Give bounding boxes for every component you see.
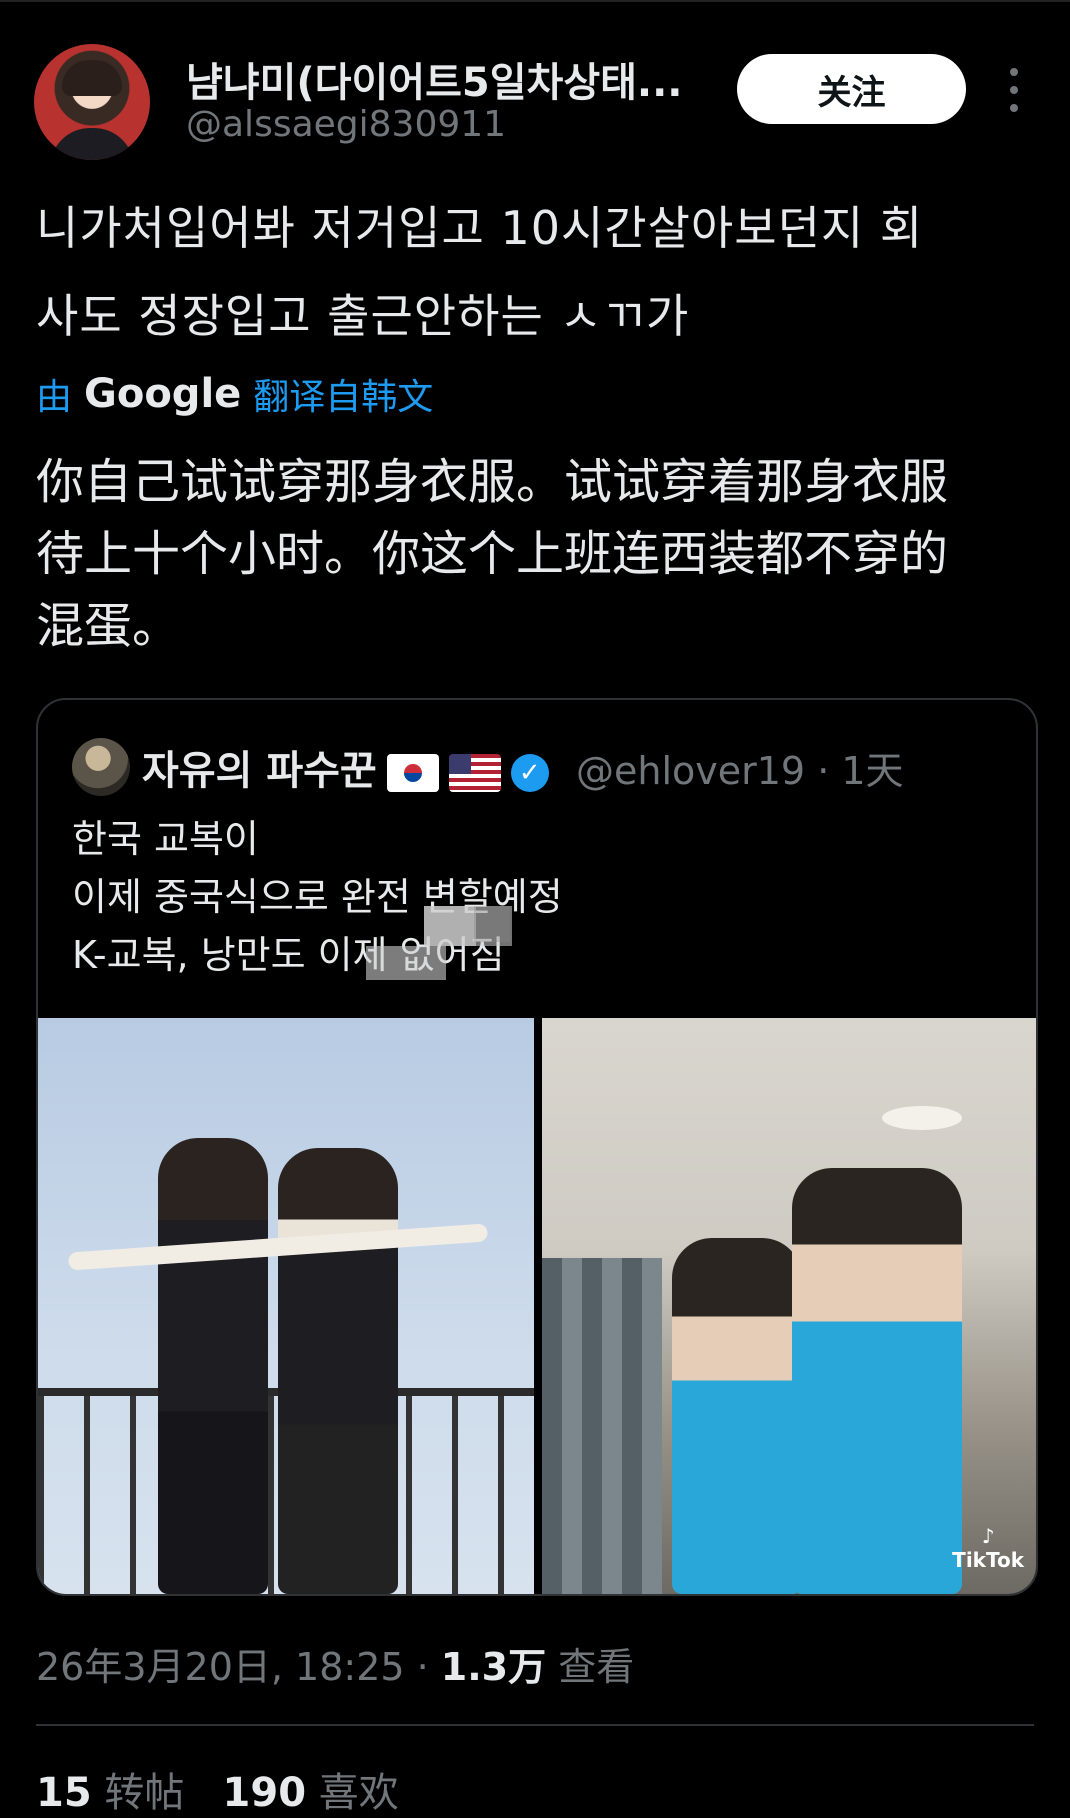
tweet-datetime[interactable]: 26年3月20日, 18:25 · (36, 1645, 441, 1689)
quoted-tweet[interactable]: 자유의 파수꾼 ✓ @ehlover19 · 1天 한국 교복이 이제 중국식으로… (36, 698, 1038, 1596)
google-logo: Google (84, 371, 242, 417)
tiktok-label: TikTok (952, 1548, 1024, 1572)
avatar-shirt (50, 128, 134, 160)
quote-handle-time[interactable]: @ehlover19 · 1天 (576, 740, 904, 795)
author-avatar[interactable] (34, 44, 150, 160)
translation-attribution[interactable]: 由 Google 翻译自韩文 (36, 368, 433, 420)
avatar-hair (62, 60, 122, 96)
quote-line: 한국 교복이 (72, 817, 259, 861)
censor-block (474, 906, 510, 942)
korea-flag-icon (386, 754, 439, 792)
translate-prefix: 由 (36, 377, 73, 418)
engagement-stats: 15 转帖 190 喜欢 (36, 1760, 399, 1818)
views-count: 1.3万 (440, 1645, 547, 1689)
divider (36, 1724, 1034, 1726)
verified-badge-icon: ✓ (510, 754, 549, 792)
tweet-text: 니가처입어봐 저거입고 10시간살아보던지 회 사도 정장입고 출근안하는 ㅅㄲ… (36, 184, 1026, 360)
quote-text: 한국 교복이 이제 중국식으로 완전 변할예정 K-교복, 낭만도 이제 없어짐 (72, 810, 563, 984)
censor-block (366, 946, 446, 980)
usa-flag-icon (448, 754, 501, 792)
translate-suffix: 翻译自韩文 (253, 377, 434, 418)
follow-button[interactable]: 关注 (737, 54, 966, 124)
more-options-icon[interactable] (1004, 68, 1024, 112)
translated-line: 你自己试试穿那身衣服。试试穿着那身衣服 (36, 454, 949, 510)
student-girl (158, 1138, 268, 1594)
student-boy (278, 1148, 398, 1594)
media-image-right[interactable]: ♪ TikTok (542, 1018, 1036, 1594)
reposts-count[interactable]: 15 (36, 1770, 92, 1816)
likes-count[interactable]: 190 (223, 1770, 307, 1816)
views-label: 查看 (546, 1645, 635, 1689)
top-border (0, 0, 1070, 2)
tweet-text-line: 사도 정장입고 출근안하는 ㅅㄲ가 (36, 289, 690, 343)
quote-author-avatar[interactable] (72, 738, 130, 796)
ceiling-lamp (882, 1106, 962, 1130)
lockers (542, 1258, 662, 1594)
censor-block (424, 906, 476, 946)
author-display-name[interactable]: 냠냐미(다이어트5일차상태... (186, 50, 683, 108)
quote-name-text: 자유의 파수꾼 (142, 748, 377, 794)
translated-line: 混蛋。 (36, 598, 181, 654)
reposts-label[interactable]: 转帖 (104, 1770, 184, 1816)
translated-line: 待上十个小时。你这个上班连西装都不穿的 (36, 526, 949, 582)
tweet-meta: 26年3月20日, 18:25 · 1.3万 查看 (36, 1636, 634, 1691)
student-left (672, 1238, 802, 1594)
translated-text: 你自己试试穿那身衣服。试试穿着那身衣服 待上十个小时。你这个上班连西装都不穿的 … (36, 446, 1036, 662)
quote-author-name[interactable]: 자유의 파수꾼 ✓ (142, 738, 549, 796)
student-right (792, 1168, 962, 1594)
author-handle[interactable]: @alssaegi830911 (186, 104, 506, 145)
media-image-left[interactable] (38, 1018, 534, 1594)
likes-label[interactable]: 喜欢 (319, 1770, 399, 1816)
tiktok-watermark: ♪ TikTok (952, 1524, 1024, 1572)
tweet-text-line: 니가처입어봐 저거입고 10시간살아보던지 회 (36, 201, 924, 255)
